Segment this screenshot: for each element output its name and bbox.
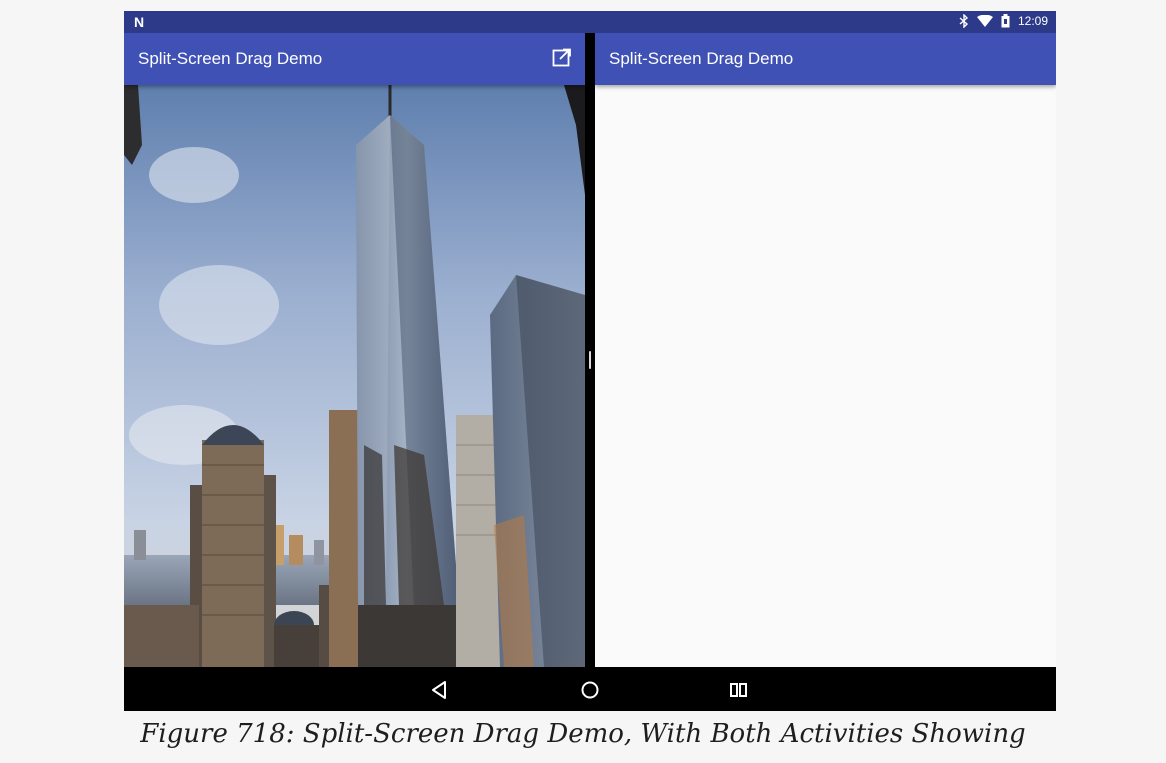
right-app-title: Split-Screen Drag Demo (609, 49, 794, 68)
figure-caption: Figure 718: Split-Screen Drag Demo, With… (140, 719, 1026, 749)
status-bar: N 12:09 (124, 11, 1056, 33)
left-app-bar: Split-Screen Drag Demo (124, 33, 585, 85)
open-in-new-window-icon[interactable] (551, 47, 573, 69)
left-activity-pane[interactable]: Split-Screen Drag Demo (124, 33, 585, 667)
divider-handle[interactable] (589, 351, 591, 369)
battery-icon (1001, 14, 1010, 28)
back-icon[interactable] (426, 677, 452, 703)
status-icons: 12:09 (959, 14, 1048, 28)
bluetooth-icon (959, 14, 968, 28)
split-screen-divider[interactable] (585, 33, 595, 667)
home-icon[interactable] (577, 677, 603, 703)
n-notification-icon: N (134, 14, 145, 30)
right-app-bar: Split-Screen Drag Demo (595, 33, 1056, 85)
skyscraper-photo[interactable] (124, 85, 585, 667)
recents-icon[interactable] (726, 677, 752, 703)
clock-time: 12:09 (1017, 14, 1048, 28)
right-activity-pane[interactable]: Split-Screen Drag Demo (595, 33, 1056, 667)
navigation-bar (124, 667, 1056, 711)
wifi-icon (976, 15, 993, 27)
device-screen: N 12:09 Split-Screen Drag Demo Split-Scr… (124, 11, 1056, 711)
left-app-title: Split-Screen Drag Demo (138, 49, 323, 68)
